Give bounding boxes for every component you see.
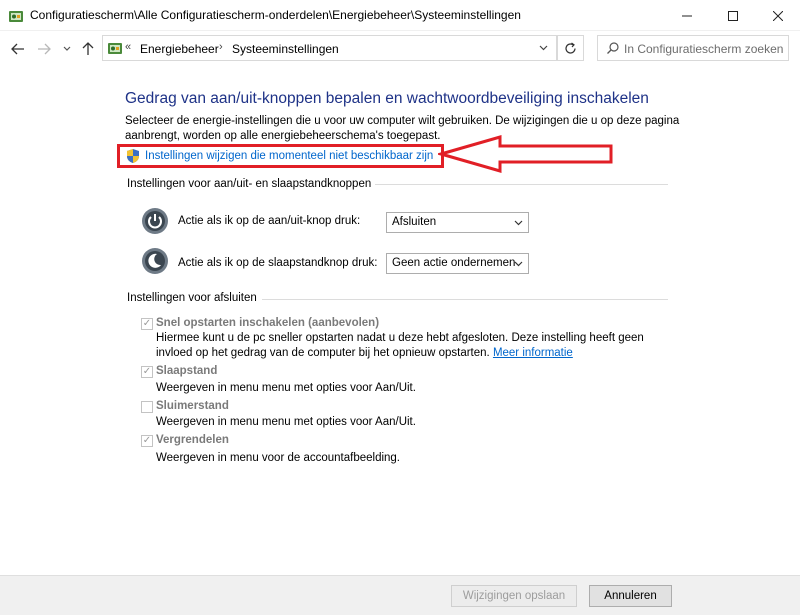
refresh-button[interactable] — [557, 35, 584, 61]
lock-menu-label: Vergrendelen — [156, 434, 229, 446]
breadcrumb-separator[interactable]: › — [219, 41, 223, 53]
fast-startup-checkbox[interactable]: ✓ — [141, 318, 153, 330]
main-content: Gedrag van aan/uit-knoppen bepalen en wa… — [0, 67, 800, 575]
page-title: Gedrag van aan/uit-knoppen bepalen en wa… — [125, 90, 649, 107]
refresh-icon — [565, 42, 576, 54]
power-button-icon — [142, 208, 168, 234]
checkmark-icon: ✓ — [142, 366, 152, 377]
section-divider — [262, 299, 668, 300]
search-input[interactable] — [624, 40, 788, 57]
power-button-action-value: Afsluiten — [392, 216, 437, 228]
window-title: Configuratiescherm\Alle Configuratiesche… — [30, 8, 521, 22]
section-heading-shutdown: Instellingen voor afsluiten — [127, 292, 257, 304]
chevron-down-icon — [514, 220, 523, 226]
sleep-button-action-select[interactable]: Geen actie ondernemen — [386, 253, 529, 274]
lock-menu-description: Weergeven in menu voor de accountafbeeld… — [156, 452, 401, 464]
hibernate-menu-label: Sluimerstand — [156, 400, 229, 412]
more-info-link[interactable]: Meer informatie — [493, 347, 573, 359]
arrow-right-icon — [38, 43, 51, 55]
cancel-button[interactable]: Annuleren — [589, 585, 672, 607]
hibernate-menu-description: Weergeven in menu menu met opties voor A… — [156, 416, 416, 428]
sleep-button-action-value: Geen actie ondernemen — [392, 257, 516, 269]
search-icon — [607, 42, 619, 54]
chevron-down-icon — [63, 46, 71, 51]
control-panel-icon — [8, 8, 24, 24]
back-button[interactable] — [8, 39, 28, 59]
title-bar: Configuratiescherm\Alle Configuratiesche… — [0, 0, 800, 31]
breadcrumb-systeeminstellingen[interactable]: Systeeminstellingen — [232, 42, 339, 56]
overflow-chevron[interactable]: « — [125, 41, 131, 53]
save-changes-button[interactable]: Wijzigingen opslaan — [451, 585, 577, 607]
sleep-menu-label: Slaapstand — [156, 365, 218, 377]
arrow-up-icon — [82, 42, 94, 55]
navigation-bar: « Energiebeheer › Systeeminstellingen — [0, 31, 800, 67]
maximize-button[interactable] — [710, 0, 756, 31]
arrow-left-icon — [11, 43, 24, 55]
recent-locations-button[interactable] — [60, 39, 74, 59]
forward-button[interactable] — [34, 39, 54, 59]
section-divider — [375, 184, 668, 185]
lock-menu-checkbox[interactable]: ✓ — [141, 435, 153, 447]
search-box[interactable] — [597, 35, 789, 61]
checkmark-icon: ✓ — [142, 435, 152, 446]
hibernate-menu-checkbox[interactable] — [141, 401, 153, 413]
sleep-button-action-label: Actie als ik op de slaapstandknop druk: — [178, 257, 378, 269]
close-button[interactable] — [755, 0, 800, 31]
address-dropdown-button[interactable] — [535, 41, 551, 55]
highlight-box — [117, 144, 444, 168]
up-button[interactable] — [78, 39, 98, 59]
minimize-button[interactable] — [664, 0, 710, 31]
sleep-button-icon — [142, 248, 168, 274]
highlight-arrow-icon — [438, 135, 613, 173]
section-heading-power-buttons: Instellingen voor aan/uit- en slaapstand… — [127, 178, 372, 190]
checkmark-icon: ✓ — [142, 318, 152, 329]
chevron-down-icon — [514, 261, 523, 267]
footer-bar: Wijzigingen opslaan Annuleren — [0, 575, 800, 615]
chevron-down-icon — [539, 45, 547, 51]
address-bar[interactable]: « Energiebeheer › Systeeminstellingen — [102, 35, 557, 61]
power-button-action-select[interactable]: Afsluiten — [386, 212, 529, 233]
fast-startup-label: Snel opstarten inschakelen (aanbevolen) — [156, 317, 380, 329]
control-panel-icon — [107, 40, 123, 56]
sleep-menu-checkbox[interactable]: ✓ — [141, 366, 153, 378]
breadcrumb-energiebeheer[interactable]: Energiebeheer — [140, 42, 219, 56]
power-button-action-label: Actie als ik op de aan/uit-knop druk: — [178, 215, 361, 227]
sleep-menu-description: Weergeven in menu menu met opties voor A… — [156, 382, 416, 394]
fast-startup-description: Hiermee kunt u de pc sneller opstarten n… — [156, 331, 676, 361]
